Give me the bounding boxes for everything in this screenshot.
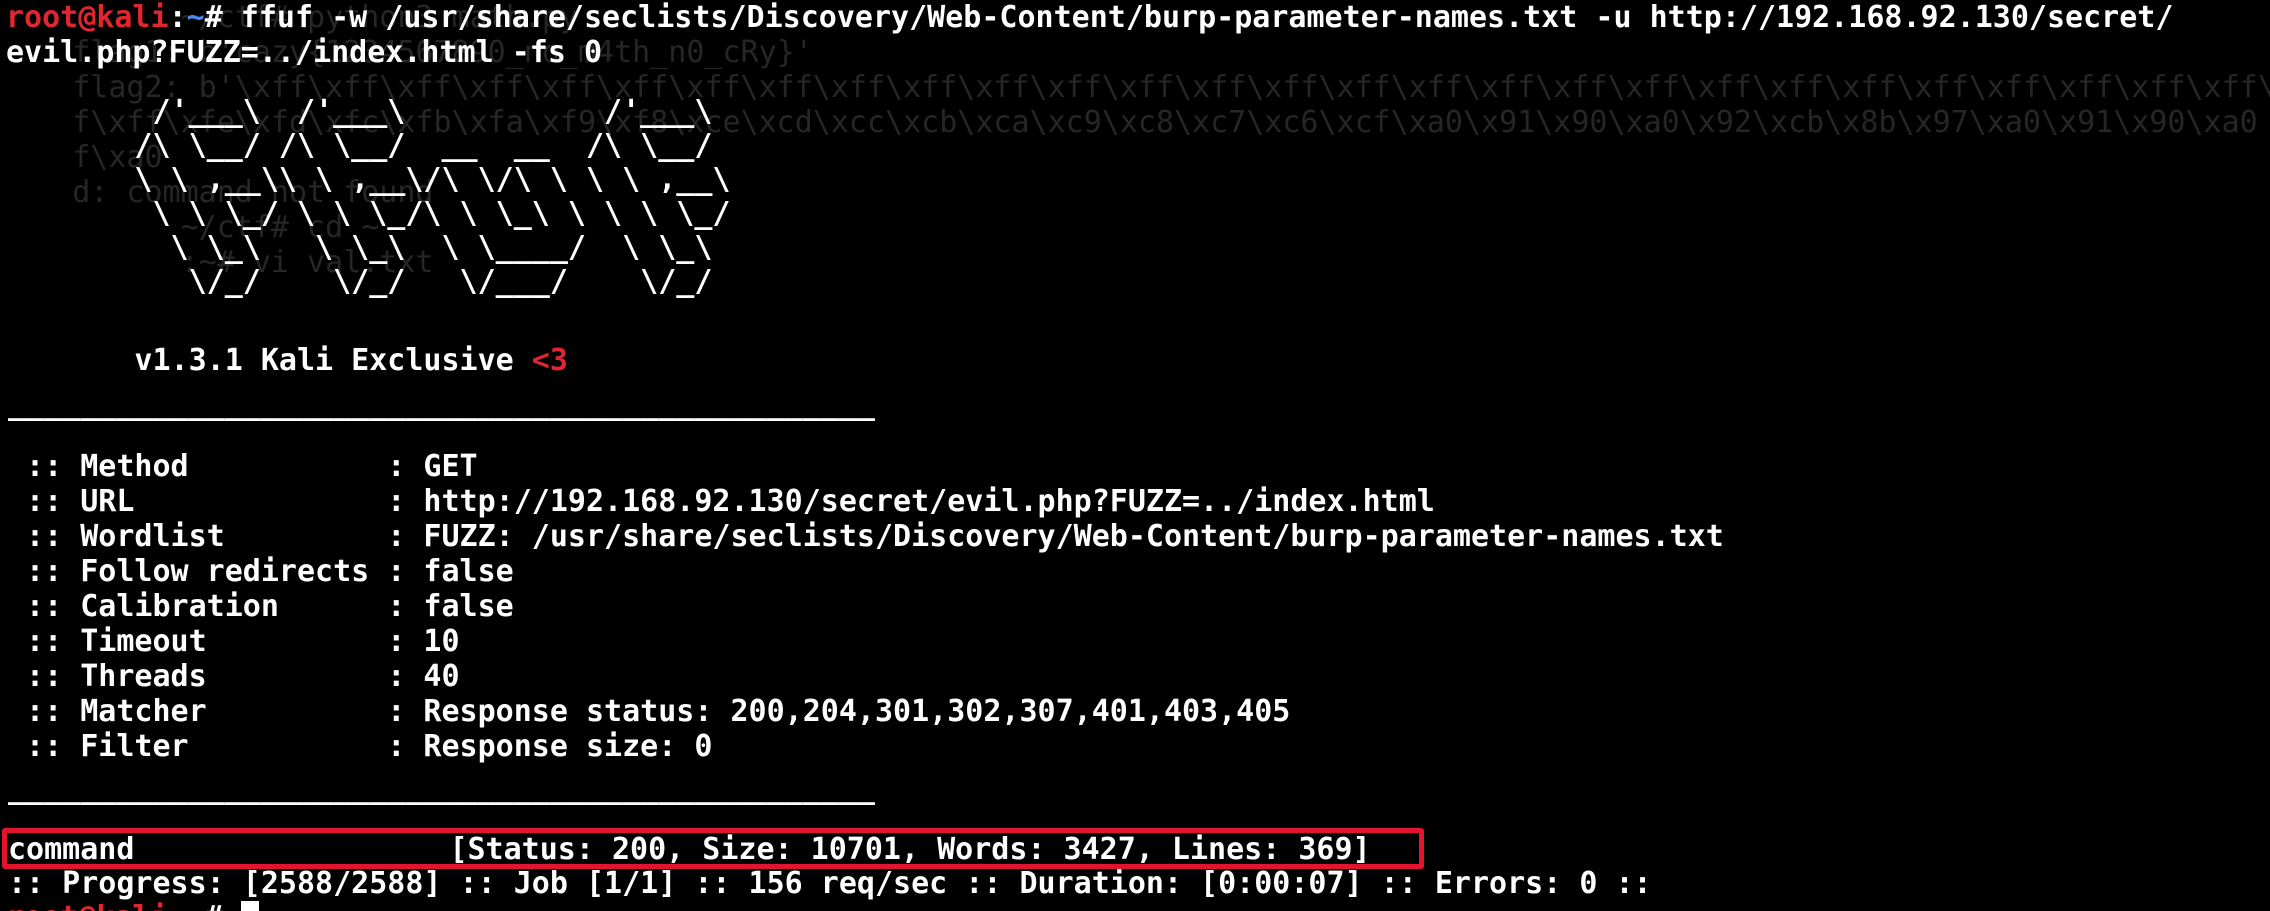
banner-line-5: \ \_\ \ \_\ \ \____/ \ \_\ — [8, 230, 713, 265]
banner-line-3: \ \ ,__\\ \ ,__\/\ \/\ \ \ \ ,__\ — [8, 162, 731, 197]
config-matcher: :: Matcher : Response status: 200,204,30… — [8, 694, 1291, 729]
config-follow-redirects: :: Follow redirects : false — [8, 554, 514, 589]
config-threads: :: Threads : 40 — [8, 659, 460, 694]
banner-line-6: \/_/ \/_/ \/___/ \/_/ — [8, 264, 713, 299]
config-method: :: Method : GET — [8, 449, 478, 484]
next-prompt-space — [223, 900, 241, 911]
next-prompt-path: ~ — [187, 900, 205, 911]
result-highlight-box — [2, 828, 1424, 869]
terminal-window[interactable]: ~/ctf# python3 math.py flag1: b'cazy{123… — [0, 0, 2270, 911]
prompt-path: ~ — [186, 0, 205, 35]
banner-line-4: \ \ \_/ \ \ \_/\ \ \_\ \ \ \ \_/ — [8, 196, 731, 231]
config-timeout: :: Timeout : 10 — [8, 624, 460, 659]
next-prompt-symbol: # — [205, 900, 223, 911]
config-filter: :: Filter : Response size: 0 — [8, 729, 713, 764]
banner-line-2: /\ \__/ /\ \__/ __ __ /\ \__/ — [8, 128, 713, 163]
text-cursor[interactable] — [240, 901, 259, 911]
version-text: v1.3.1 Kali Exclusive — [8, 343, 532, 378]
command-line-2: evil.php?FUZZ=../index.html -fs 0 — [6, 35, 603, 70]
banner-line-1: /'___\ /'___\ /'___\ — [8, 94, 713, 129]
prompt-colon: : — [168, 0, 187, 35]
progress-line: :: Progress: [2588/2588] :: Job [1/1] ::… — [8, 866, 1652, 901]
config-url: :: URL : http://192.168.92.130/secret/ev… — [8, 484, 1435, 519]
separator-bottom: ________________________________________… — [8, 771, 875, 806]
command-line-1: root@kali:~# ffuf -w /usr/share/seclists… — [6, 0, 2173, 35]
next-prompt-colon: : — [169, 900, 187, 911]
heart-text: <3 — [531, 343, 568, 378]
command-text: ffuf -w /usr/share/seclists/Discovery/We… — [222, 0, 2174, 35]
config-wordlist: :: Wordlist : FUZZ: /usr/share/seclists/… — [8, 519, 1724, 554]
separator-top: ________________________________________… — [8, 387, 875, 422]
prompt-user-host: root@kali — [6, 0, 169, 35]
prompt-symbol: # — [204, 0, 223, 35]
next-prompt-user-host: root@kali — [6, 900, 169, 911]
next-prompt: root@kali:~# — [6, 900, 259, 911]
version-line: v1.3.1 Kali Exclusive <3 — [8, 343, 568, 378]
config-calibration: :: Calibration : false — [8, 589, 514, 624]
